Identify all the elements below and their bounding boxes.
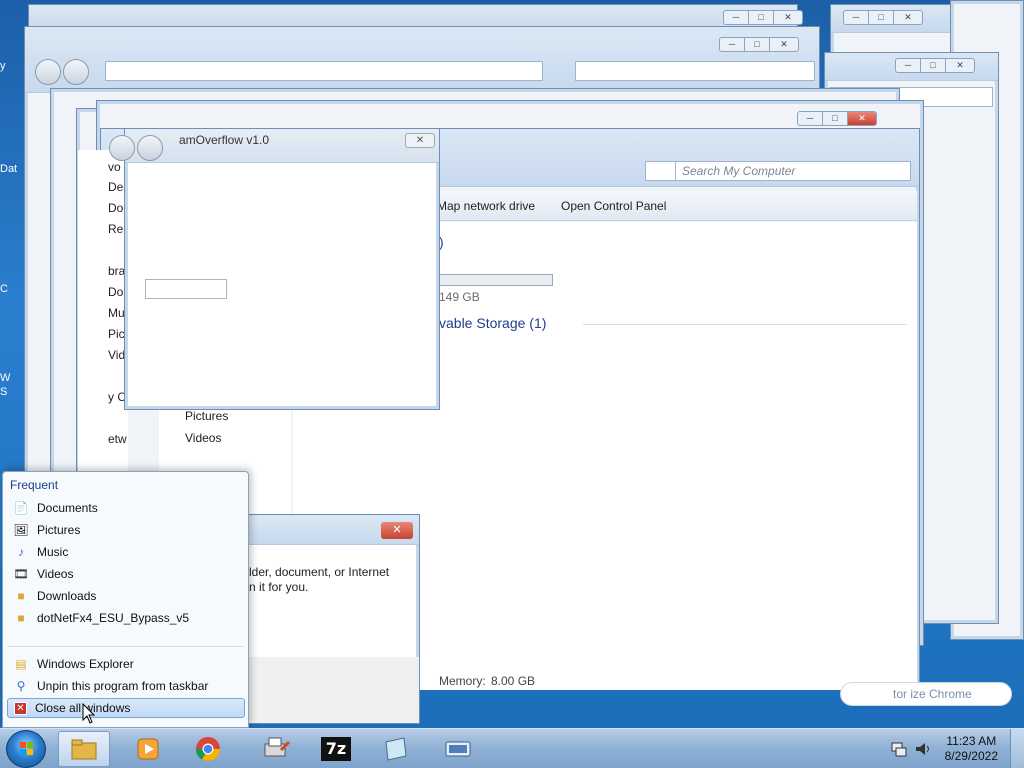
clock-time: 11:23 AM	[946, 734, 997, 748]
taskbar-notepad[interactable]	[370, 731, 422, 767]
desktop-icon-fragment[interactable]: Dat	[0, 163, 22, 183]
open-control-panel-button[interactable]: Open Control Panel	[561, 199, 666, 213]
run-dialog: ✕ lder, document, or Internet n it for y…	[240, 514, 420, 724]
memory-value: 8.00 GB	[491, 674, 536, 688]
document-icon: 📄	[13, 501, 29, 515]
taskbar-7zip[interactable]: 7z	[310, 731, 362, 767]
taskbar: 7z 11:23 AM 8/29/2022	[0, 728, 1024, 768]
jump-list-item-dotnetfx[interactable]: ■ dotNetFx4_ESU_Bypass_v5	[7, 608, 245, 628]
taskbar-explorer[interactable]	[58, 731, 110, 767]
jump-list-task-unpin[interactable]: ⚲ Unpin this program from taskbar	[7, 676, 245, 696]
forward-button[interactable]	[63, 59, 89, 85]
folder-icon: ■	[17, 589, 25, 603]
sidebar-item-pictures[interactable]: Pictures	[185, 409, 228, 423]
close-icon: ✕	[14, 701, 27, 715]
taskbar-printer-tool[interactable]	[250, 731, 302, 767]
taskbar-app[interactable]	[432, 731, 484, 767]
separator	[7, 646, 244, 647]
jump-list-task-close-all-windows[interactable]: ✕ Close all windows	[7, 698, 245, 718]
notepad-icon	[385, 737, 407, 761]
desktop-icon-fragment[interactable]: S	[0, 386, 22, 406]
overflow-window: amOverflow v1.0 ✕	[109, 128, 440, 410]
sidebar-item-videos[interactable]: Videos	[185, 431, 221, 445]
jump-list-item-music[interactable]: ♪ Music	[7, 542, 245, 562]
videos-icon: 🎞	[13, 567, 29, 581]
jump-list-header: Frequent	[10, 478, 59, 492]
jump-list-item-pictures[interactable]: 🖼 Pictures	[7, 520, 245, 540]
search-input[interactable]: Search My Computer	[675, 161, 911, 181]
close-button[interactable]: ✕	[381, 522, 413, 539]
back-button[interactable]	[35, 59, 61, 85]
7zip-icon: 7z	[321, 737, 351, 761]
chrome-icon	[196, 737, 220, 762]
window-controls[interactable]: ─ □ ✕	[895, 58, 975, 73]
jump-list-item-downloads[interactable]: ■ Downloads	[7, 586, 245, 606]
window-controls[interactable]: ─ □ ✕	[719, 37, 799, 52]
taskbar-chrome[interactable]	[182, 731, 234, 767]
windows-logo-icon	[20, 742, 33, 755]
system-clock[interactable]: 11:23 AM 8/29/2022	[945, 734, 998, 764]
forward-button[interactable]	[137, 135, 163, 161]
drive-free-space: 149 GB	[439, 290, 480, 304]
window-controls[interactable]: ─ □ ✕	[797, 111, 877, 126]
address-bar[interactable]	[105, 61, 543, 81]
memory-label: Memory:	[439, 674, 486, 688]
close-button[interactable]: ✕	[405, 133, 435, 148]
media-player-icon	[137, 738, 159, 760]
desktop-icon-fragment[interactable]: C	[0, 283, 22, 303]
window-controls[interactable]: ─ □ ✕	[723, 10, 803, 25]
explorer-icon: ▤	[15, 657, 27, 671]
pictures-icon: 🖼	[13, 523, 29, 537]
volume-icon[interactable]	[914, 740, 932, 758]
map-network-drive-button[interactable]: Map network drive	[437, 199, 535, 213]
jump-list-task-windows-explorer[interactable]: ▤ Windows Explorer	[7, 654, 245, 674]
removable-storage-heading: vable Storage (1)	[439, 315, 547, 331]
start-button[interactable]	[6, 730, 46, 768]
mouse-cursor	[82, 703, 96, 724]
network-icon[interactable]	[890, 740, 908, 758]
jump-list-item-videos[interactable]: 🎞 Videos	[7, 564, 245, 584]
desktop-icon-fragment[interactable]: y	[0, 60, 22, 80]
unpin-icon: ⚲	[16, 679, 26, 693]
clock-date: 8/29/2022	[944, 749, 998, 763]
jump-list-item-documents[interactable]: 📄 Documents	[7, 498, 245, 518]
search-box[interactable]	[575, 61, 815, 81]
customize-chrome-button[interactable]: tor ize Chrome	[840, 682, 1012, 706]
taskbar-media-player[interactable]	[122, 731, 174, 767]
show-desktop-button[interactable]	[1010, 729, 1024, 768]
app-window-icon	[445, 741, 471, 757]
jump-list: Frequent 📄 Documents 🖼 Pictures ♪ Music …	[2, 471, 249, 728]
back-button[interactable]	[109, 135, 135, 161]
text-field[interactable]	[145, 279, 227, 299]
drive-usage-bar	[439, 274, 553, 286]
music-icon: ♪	[18, 545, 24, 559]
window-title: amOverflow v1.0	[179, 133, 270, 147]
window-controls[interactable]: ─ □ ✕	[843, 10, 923, 25]
folder-icon: ■	[17, 611, 25, 625]
printer-tool-icon	[264, 737, 291, 757]
sidebar-fragment: vo Des Do Rec bra Do Mu Pic Vid y C etw	[78, 150, 129, 480]
folder-icon	[71, 739, 97, 760]
